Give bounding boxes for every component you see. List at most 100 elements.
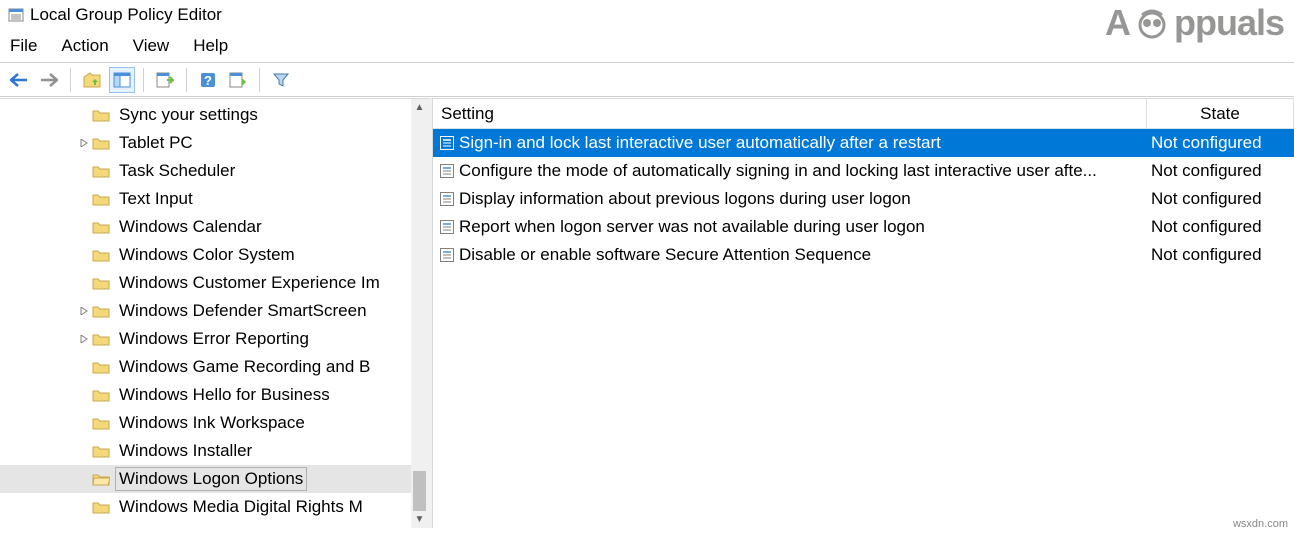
menu-view[interactable]: View [133,36,170,56]
tree-item-label: Windows Logon Options [116,468,306,490]
chevron-right-icon[interactable] [76,307,92,315]
tree-item-label: Windows Game Recording and B [116,356,373,378]
tree-item[interactable]: Windows Customer Experience Im [0,269,428,297]
setting-name: Display information about previous logon… [459,189,1147,209]
tree-item-label: Windows Hello for Business [116,384,333,406]
tree-item-label: Windows Calendar [116,216,265,238]
svg-text:?: ? [204,73,212,88]
titlebar: Local Group Policy Editor [0,0,1294,30]
folder-icon [92,219,110,235]
tree-item-label: Sync your settings [116,104,261,126]
tree-item[interactable]: Windows Error Reporting [0,325,428,353]
setting-state: Not configured [1147,245,1294,265]
menubar: File Action View Help [0,30,1294,63]
tree-item-label: Windows Media Digital Rights M [116,496,366,518]
credit: wsxdn.com [1233,518,1288,530]
scroll-down-icon[interactable]: ▼ [411,511,428,528]
tree-item[interactable]: Windows Installer [0,437,428,465]
folder-icon [92,163,110,179]
folder-open-icon [92,471,110,487]
watermark: A ppuals [1105,2,1284,44]
separator [259,68,260,92]
folder-icon [92,191,110,207]
setting-state: Not configured [1147,133,1294,153]
watermark-text: ppuals [1174,2,1284,44]
tree[interactable]: Sync your settings Tablet PC Task Schedu… [0,99,428,528]
folder-icon [92,247,110,263]
folder-icon [92,415,110,431]
tree-item[interactable]: Windows Defender SmartScreen [0,297,428,325]
list-row[interactable]: Sign-in and lock last interactive user a… [433,129,1294,157]
folder-icon [92,499,110,515]
show-hide-tree-button[interactable] [109,67,135,93]
tree-item[interactable]: Windows Logon Options [0,465,428,493]
scroll-up-icon[interactable]: ▲ [411,99,428,116]
folder-icon [92,107,110,123]
menu-action[interactable]: Action [61,36,108,56]
tree-item-label: Windows Ink Workspace [116,412,308,434]
policy-icon [439,191,455,207]
list-header: Setting State [433,99,1294,129]
tree-scrollbar[interactable]: ▲ ▼ [411,99,428,528]
tree-item[interactable]: Windows Game Recording and B [0,353,428,381]
folder-icon [92,331,110,347]
tree-item[interactable]: Tablet PC [0,129,428,157]
chevron-right-icon[interactable] [76,335,92,343]
export-button[interactable] [152,67,178,93]
tree-item-label: Windows Color System [116,244,298,266]
tree-item[interactable]: Windows Ink Workspace [0,409,428,437]
tree-item-label: Windows Error Reporting [116,328,312,350]
list-body: Sign-in and lock last interactive user a… [433,129,1294,269]
list-row[interactable]: Report when logon server was not availab… [433,213,1294,241]
folder-icon [92,135,110,151]
policy-icon [439,163,455,179]
back-button[interactable] [6,67,32,93]
scroll-thumb[interactable] [413,471,426,511]
tree-item-label: Tablet PC [116,132,196,154]
setting-state: Not configured [1147,189,1294,209]
list-pane: Setting State Sign-in and lock last inte… [432,98,1294,528]
folder-icon [92,275,110,291]
tree-item[interactable]: Sync your settings [0,101,428,129]
setting-name: Configure the mode of automatically sign… [459,161,1147,181]
setting-name: Disable or enable software Secure Attent… [459,245,1147,265]
menu-help[interactable]: Help [193,36,228,56]
setting-state: Not configured [1147,217,1294,237]
menu-file[interactable]: File [10,36,37,56]
separator [186,68,187,92]
filter-button[interactable] [268,67,294,93]
app-icon [8,7,24,23]
policy-icon [439,247,455,263]
properties-button[interactable] [225,67,251,93]
window-title: Local Group Policy Editor [30,5,222,25]
tree-item[interactable]: Windows Calendar [0,213,428,241]
tree-item[interactable]: Windows Media Digital Rights M [0,493,428,521]
folder-icon [92,387,110,403]
tree-item[interactable]: Windows Color System [0,241,428,269]
tree-item-label: Windows Installer [116,440,255,462]
list-row[interactable]: Display information about previous logon… [433,185,1294,213]
help-button[interactable]: ? [195,67,221,93]
tree-pane: Sync your settings Tablet PC Task Schedu… [0,98,432,528]
chevron-right-icon[interactable] [76,139,92,147]
column-setting[interactable]: Setting [433,99,1147,128]
tree-item-label: Text Input [116,188,196,210]
separator [70,68,71,92]
tree-item-label: Windows Customer Experience Im [116,272,383,294]
tree-item[interactable]: Text Input [0,185,428,213]
up-button[interactable] [79,67,105,93]
list-row[interactable]: Disable or enable software Secure Attent… [433,241,1294,269]
setting-name: Report when logon server was not availab… [459,217,1147,237]
tree-item-label: Task Scheduler [116,160,238,182]
setting-name: Sign-in and lock last interactive user a… [459,133,1147,153]
folder-icon [92,443,110,459]
tree-item[interactable]: Windows Hello for Business [0,381,428,409]
column-state[interactable]: State [1147,99,1294,128]
list-row[interactable]: Configure the mode of automatically sign… [433,157,1294,185]
tree-item[interactable]: Task Scheduler [0,157,428,185]
separator [143,68,144,92]
folder-icon [92,359,110,375]
policy-icon [439,219,455,235]
tree-item-label: Windows Defender SmartScreen [116,300,370,322]
forward-button[interactable] [36,67,62,93]
